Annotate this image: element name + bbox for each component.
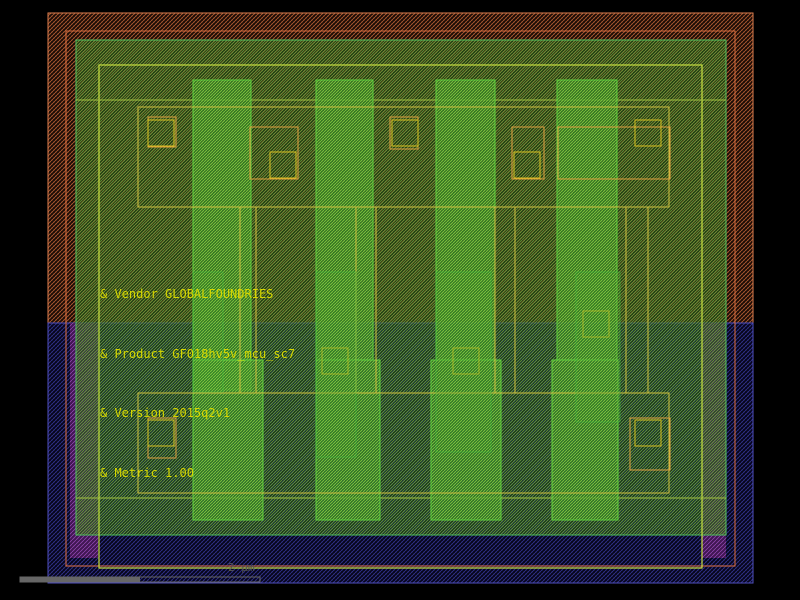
product-label: & Product GF018hv5v_mcu_sc7	[100, 347, 295, 361]
metric-label: & Metric 1.00	[100, 466, 194, 480]
vendor-label: & Vendor GLOBALFOUNDRIES	[100, 287, 273, 301]
scale-bar-fill	[20, 577, 140, 582]
layout-canvas[interactable]: & Vendor GLOBALFOUNDRIES & Product GF018…	[0, 0, 800, 600]
scale-bar-label: 2 μm	[228, 561, 255, 574]
version-label: & Version 2015q2v1	[100, 406, 230, 420]
